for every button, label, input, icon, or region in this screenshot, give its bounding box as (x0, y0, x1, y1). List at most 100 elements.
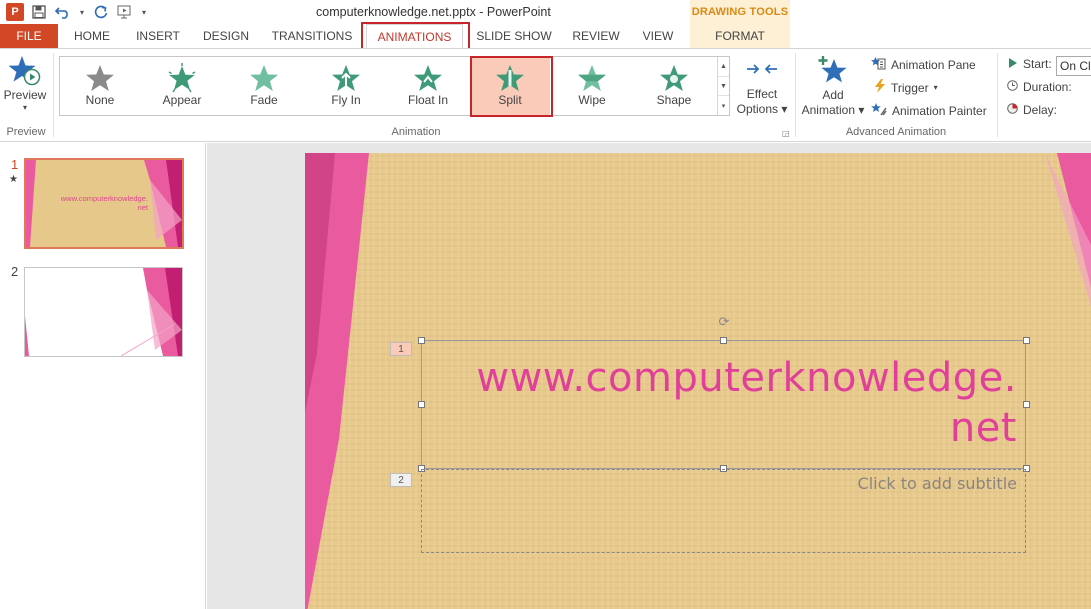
subtitle-placeholder-text[interactable]: Click to add subtitle (858, 474, 1017, 493)
animation-label: Fade (250, 93, 278, 107)
tab-view[interactable]: VIEW (636, 24, 680, 48)
quick-access-toolbar: P ▾ ▾ (6, 2, 148, 22)
star-appear-icon (166, 63, 198, 93)
star-shape-icon (659, 63, 689, 93)
thumbnail-background (25, 268, 182, 356)
slide-thumbnail-1[interactable]: www.computerknowledge. net (24, 158, 184, 249)
animation-label: None (85, 93, 115, 107)
resize-handle[interactable] (1023, 337, 1030, 344)
ribbon-tabs: FILE HOME INSERT DESIGN TRANSITIONS ANIM… (0, 24, 1091, 48)
thumbnail-title-text: www.computerknowledge. net (60, 194, 148, 212)
powerpoint-app-icon[interactable]: P (6, 3, 24, 21)
star-float-in-icon (413, 63, 443, 93)
animation-order-tag-1[interactable]: 1 (390, 342, 412, 356)
trigger-button[interactable]: Trigger ▾ (874, 79, 938, 96)
drawing-tools-header: DRAWING TOOLS (690, 0, 790, 24)
effect-options-label: Effect (746, 87, 778, 101)
slide-title-text[interactable]: www.computerknowledge. net (476, 353, 1017, 453)
duration-label: Duration: (1023, 80, 1072, 94)
tab-animations[interactable]: ANIMATIONS (366, 24, 463, 48)
add-animation-button[interactable]: Add Animation ▾ (800, 54, 866, 118)
preview-group-label: Preview (6, 126, 46, 138)
animation-label: Wipe (578, 93, 606, 107)
animation-marker-icon[interactable]: ★ (9, 174, 18, 185)
animation-label: Float In (407, 93, 449, 107)
undo-dropdown-icon[interactable]: ▾ (78, 3, 86, 21)
tab-format[interactable]: FORMAT (690, 24, 790, 48)
slide-number: 2 (11, 264, 19, 279)
preview-icon (8, 54, 42, 88)
animation-float-in[interactable]: Float In (388, 57, 468, 115)
tab-design[interactable]: DESIGN (198, 24, 254, 48)
effect-options-icon (746, 57, 778, 87)
preview-dropdown-icon: ▾ (22, 103, 27, 112)
animation-label: Fly In (331, 93, 361, 107)
slide-thumbnail-2[interactable] (24, 267, 183, 357)
animation-painter-label: Animation Painter (892, 103, 987, 118)
resize-handle[interactable] (418, 401, 425, 408)
star-wipe-icon (577, 63, 607, 93)
gallery-scroll-down-icon[interactable]: ▼ (718, 77, 729, 97)
subtitle-placeholder[interactable]: Click to add subtitle (421, 469, 1026, 553)
animation-fly-in[interactable]: Fly In (306, 57, 386, 115)
ribbon-animations: Preview ▾ Preview None Appear Fade Fly I… (0, 48, 1091, 142)
duration-clock-icon (1007, 80, 1018, 94)
start-from-beginning-icon[interactable] (116, 3, 134, 21)
resize-handle[interactable] (720, 337, 727, 344)
window-title: computerknowledge.net.pptx - PowerPoint (316, 5, 551, 19)
star-fade-icon (249, 63, 279, 93)
tab-insert[interactable]: INSERT (130, 24, 186, 48)
save-icon[interactable] (30, 3, 48, 21)
start-play-icon (1008, 57, 1018, 71)
preview-button[interactable]: Preview ▾ (2, 54, 48, 112)
trigger-lightning-icon (874, 79, 886, 96)
delay-row: Delay: (1007, 103, 1057, 117)
resize-handle[interactable] (418, 337, 425, 344)
group-divider (997, 53, 998, 137)
animation-wipe[interactable]: Wipe (552, 57, 632, 115)
animation-split[interactable]: Split (470, 57, 550, 115)
start-select[interactable]: On Cli (1056, 56, 1091, 76)
star-none-icon (85, 63, 115, 93)
title-placeholder[interactable]: www.computerknowledge. net (421, 340, 1026, 469)
tab-transitions[interactable]: TRANSITIONS (266, 24, 358, 48)
slide-canvas[interactable]: ⟳ 1 www.computerknowledge. net 2 Click to… (305, 153, 1091, 609)
effect-options-button[interactable]: Effect Options ▾ (735, 57, 789, 117)
delay-icon (1007, 103, 1018, 117)
advanced-animation-group-label: Advanced Animation (845, 126, 947, 138)
star-fly-in-icon (331, 63, 361, 93)
title-bar: P ▾ ▾ computerknowledge.net.pptx - Power… (0, 0, 1091, 24)
resize-handle[interactable] (1023, 401, 1030, 408)
redo-icon[interactable] (92, 3, 110, 21)
animation-order-tag-2[interactable]: 2 (390, 473, 412, 487)
animation-fade[interactable]: Fade (224, 57, 304, 115)
group-divider (795, 53, 796, 137)
rotate-handle-icon[interactable]: ⟳ (717, 314, 731, 329)
animation-gallery: None Appear Fade Fly In Float In Split W… (59, 56, 730, 116)
animation-label: Shape (656, 93, 692, 107)
animation-none[interactable]: None (60, 57, 140, 115)
start-label: Start: (1023, 57, 1052, 71)
tab-review[interactable]: REVIEW (566, 24, 626, 48)
slide-thumbnail-pane: 1 ★ www.computerknowledge. net 2 (0, 143, 206, 609)
undo-icon[interactable] (54, 3, 72, 21)
animation-appear[interactable]: Appear (142, 57, 222, 115)
animation-painter-button[interactable]: Animation Painter (871, 102, 987, 119)
animation-label: Split (498, 93, 522, 107)
duration-row: Duration: (1007, 80, 1072, 94)
powerpoint-window: P ▾ ▾ computerknowledge.net.pptx - Power… (0, 0, 1091, 609)
tab-file[interactable]: FILE (0, 24, 58, 48)
animation-pane-button[interactable]: Animation Pane (871, 56, 976, 73)
animation-pane-icon (871, 56, 886, 73)
tab-home[interactable]: HOME (66, 24, 118, 48)
star-split-icon (495, 63, 525, 93)
gallery-scroll: ▲ ▼ ▾ (717, 57, 729, 115)
customize-toolbar-icon[interactable]: ▾ (140, 3, 148, 21)
add-animation-label: Add (822, 88, 844, 102)
gallery-scroll-up-icon[interactable]: ▲ (718, 57, 729, 77)
animation-shape[interactable]: Shape (634, 57, 714, 115)
gallery-more-icon[interactable]: ▾ (718, 96, 729, 115)
animation-dialog-launcher-icon[interactable]: ◲ (782, 129, 790, 138)
trigger-label: Trigger (891, 80, 929, 95)
tab-slide-show[interactable]: SLIDE SHOW (472, 24, 556, 48)
